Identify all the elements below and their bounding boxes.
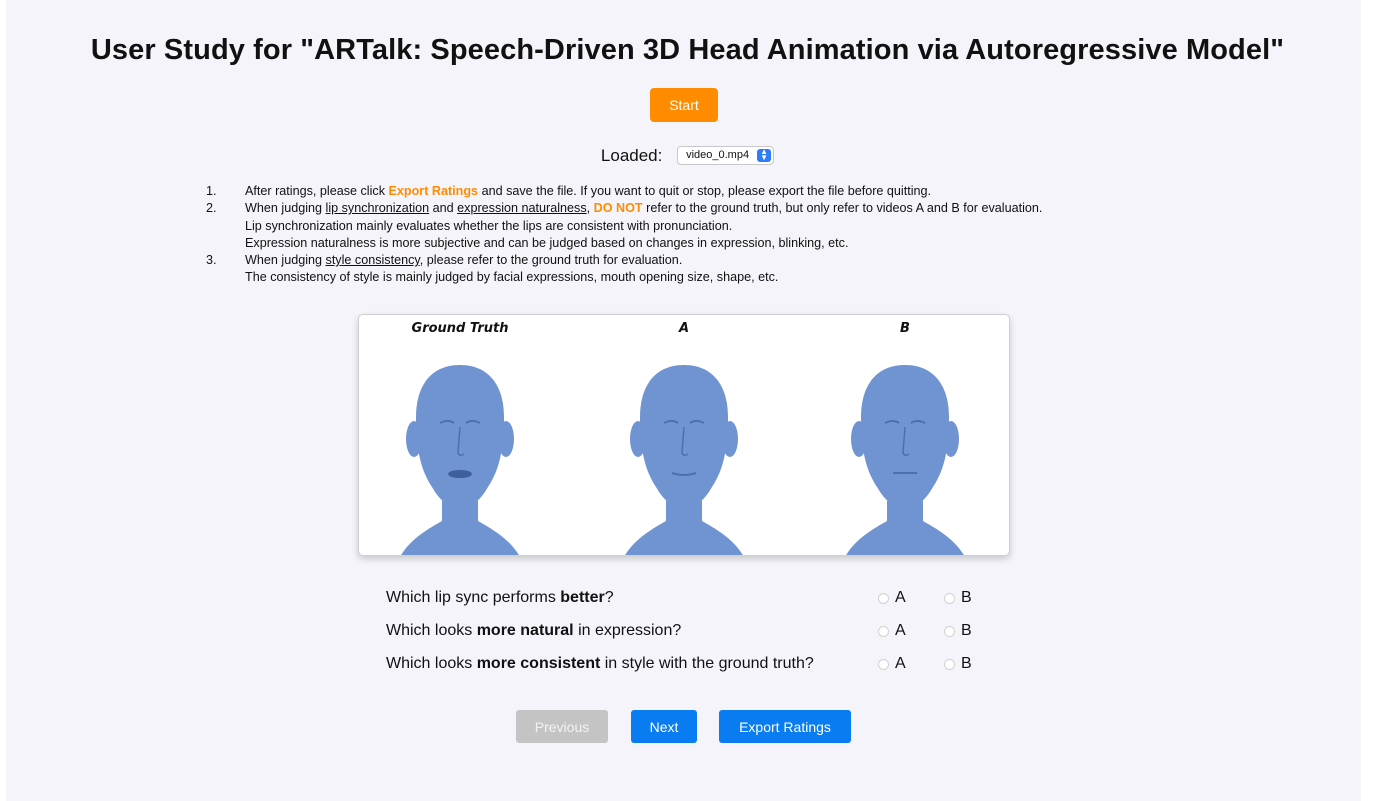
- video-player[interactable]: Ground Truth A B: [358, 314, 1010, 556]
- lip-sync-term: lip synchronization: [325, 201, 430, 216]
- question-prefix: Which lip sync performs: [386, 589, 561, 606]
- radio-circle[interactable]: [944, 625, 955, 637]
- question-emphasis: better: [560, 589, 605, 606]
- label-ground-truth: Ground Truth: [411, 321, 509, 336]
- do-not-highlight: DO NOT: [593, 201, 643, 216]
- question-natural-expression: Which looks more natural in expression? …: [386, 619, 1086, 643]
- question-text: Which looks more natural in expression?: [386, 619, 681, 643]
- next-button[interactable]: Next: [631, 710, 697, 743]
- instruction-line: Lip synchronization mainly evaluates whe…: [245, 218, 733, 233]
- radio-label: A: [895, 655, 906, 672]
- question-style-consistency: Which looks more consistent in style wit…: [386, 652, 1086, 676]
- video-select[interactable]: video_0.mp4 ▲ ▼: [677, 146, 775, 166]
- radio-circle[interactable]: [878, 658, 889, 670]
- label-b: B: [900, 321, 910, 336]
- question-suffix: in style with the ground truth?: [600, 655, 814, 672]
- instruction-text: , please refer to the ground truth for e…: [419, 253, 683, 268]
- radio-circle[interactable]: [878, 592, 889, 604]
- export-ratings-highlight: Export Ratings: [388, 184, 479, 198]
- question-suffix: in expression?: [573, 622, 682, 639]
- instruction-number: 3.: [206, 253, 217, 268]
- question-text: Which looks more consistent in style wit…: [386, 652, 814, 676]
- head-render-b: [846, 365, 964, 555]
- instruction-line: When judging style consistency, please r…: [245, 252, 1298, 269]
- instruction-text: When judging: [245, 201, 326, 216]
- instruction-text: and save the file. If you want to quit o…: [478, 184, 932, 198]
- page-title: User Study for "ARTalk: Speech-Driven 3D…: [90, 34, 1285, 66]
- radio-label: A: [895, 589, 906, 606]
- style-consistency-term: style consistency: [325, 253, 420, 268]
- radio-consistent-a[interactable]: A: [878, 652, 906, 676]
- instruction-line: After ratings, please click Export Ratin…: [245, 183, 1298, 200]
- instruction-line: The consistency of style is mainly judge…: [245, 270, 779, 285]
- radio-circle[interactable]: [944, 658, 955, 670]
- start-button[interactable]: Start: [650, 88, 718, 122]
- radio-circle[interactable]: [878, 625, 889, 637]
- instruction-item-1: 1. After ratings, please click Export Ra…: [198, 183, 1298, 200]
- video-select-value: video_0.mp4: [686, 149, 750, 162]
- question-text: Which lip sync performs better?: [386, 586, 614, 610]
- instruction-line: When judging lip synchronization and exp…: [245, 200, 1298, 217]
- radio-label: B: [961, 589, 972, 606]
- head-render-a: [625, 365, 743, 555]
- expression-naturalness-term: expression naturalness: [457, 201, 587, 216]
- previous-button[interactable]: Previous: [516, 710, 608, 743]
- question-emphasis: more consistent: [476, 655, 601, 672]
- instruction-item-2: 2. When judging lip synchronization and …: [198, 200, 1298, 252]
- chevron-updown-icon: ▲ ▼: [757, 148, 772, 163]
- radio-natural-b[interactable]: B: [944, 619, 972, 643]
- export-ratings-button[interactable]: Export Ratings: [719, 710, 851, 743]
- head-render-ground-truth: [401, 365, 519, 555]
- radio-circle[interactable]: [944, 592, 955, 604]
- question-suffix: ?: [604, 589, 614, 606]
- question-lip-sync: Which lip sync performs better? A B: [386, 586, 1086, 610]
- radio-label: B: [961, 655, 972, 672]
- radio-consistent-b[interactable]: B: [944, 652, 972, 676]
- question-prefix: Which looks: [386, 622, 477, 639]
- radio-lip-sync-b[interactable]: B: [944, 586, 972, 610]
- instruction-line: Expression naturalness is more subjectiv…: [245, 235, 849, 250]
- loaded-label: Loaded:: [600, 145, 663, 165]
- instruction-number: 2.: [206, 201, 217, 216]
- instruction-item-3: 3. When judging style consistency, pleas…: [198, 252, 1298, 287]
- question-prefix: Which looks: [386, 655, 477, 672]
- instruction-text: ,: [586, 201, 594, 216]
- instruction-number: 1.: [206, 184, 217, 198]
- radio-label: A: [895, 622, 906, 639]
- instruction-text: refer to the ground truth, but only refe…: [642, 201, 1043, 216]
- instructions-list: 1. After ratings, please click Export Ra…: [198, 183, 1298, 287]
- question-emphasis: more natural: [476, 622, 574, 639]
- radio-lip-sync-a[interactable]: A: [878, 586, 906, 610]
- radio-label: B: [961, 622, 972, 639]
- loaded-row: Loaded: video_0.mp4 ▲ ▼: [0, 144, 1375, 167]
- label-a: A: [678, 321, 690, 336]
- instruction-text: and: [429, 201, 458, 216]
- instruction-text: After ratings, please click: [245, 184, 389, 198]
- radio-natural-a[interactable]: A: [878, 619, 906, 643]
- instruction-text: When judging: [245, 253, 326, 268]
